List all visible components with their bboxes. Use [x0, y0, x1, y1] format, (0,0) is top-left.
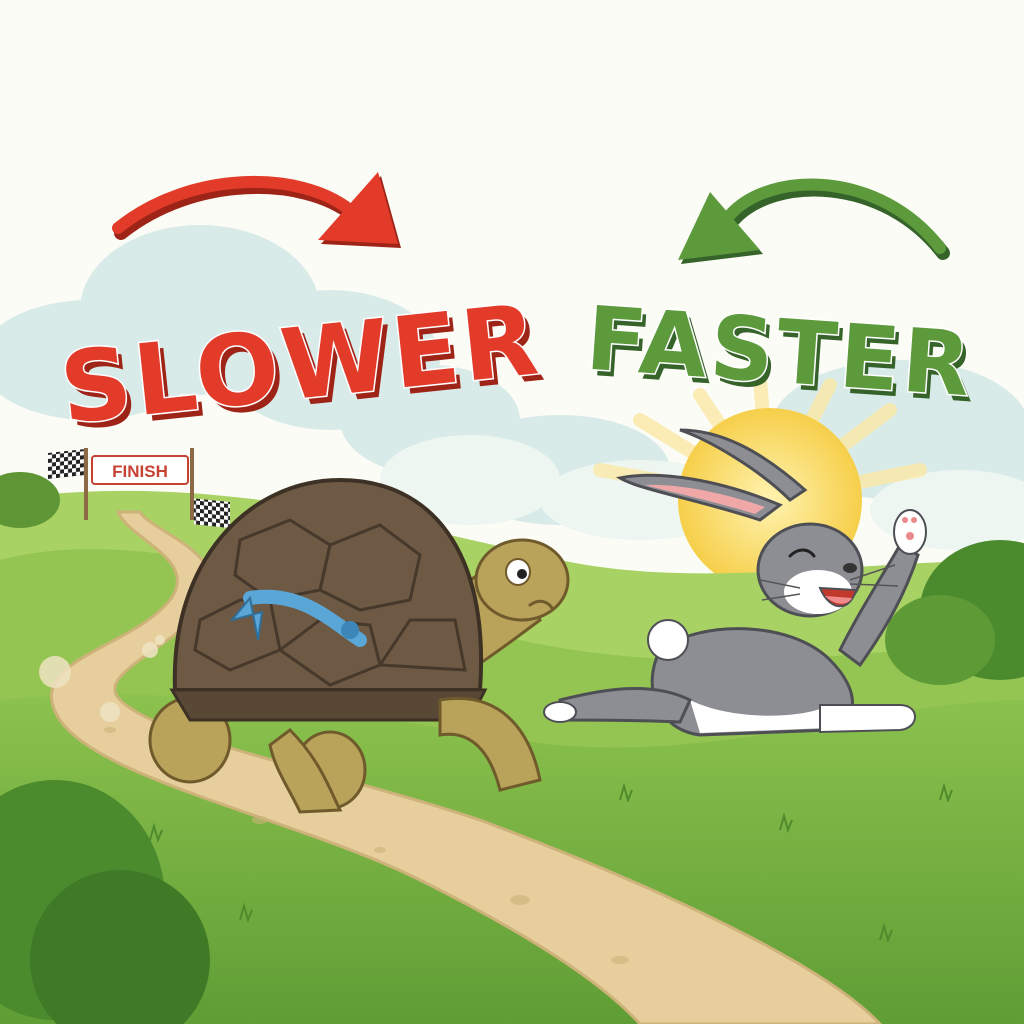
tortoise-eye: [517, 569, 527, 579]
tortoise-shell-rim: [169, 688, 488, 722]
left-checkered-flag-icon: [48, 449, 84, 479]
rabbit-tail: [647, 619, 689, 661]
right-checkered-flag-icon: [194, 498, 230, 529]
finish-label: FINISH: [112, 462, 168, 481]
race-scene: FINISH SLOWER SLOWER FASTER FASTER: [0, 0, 1024, 1024]
scene-illustration: FINISH SLOWER SLOWER FASTER FASTER: [0, 0, 1024, 1024]
rabbit-nose: [843, 563, 857, 573]
